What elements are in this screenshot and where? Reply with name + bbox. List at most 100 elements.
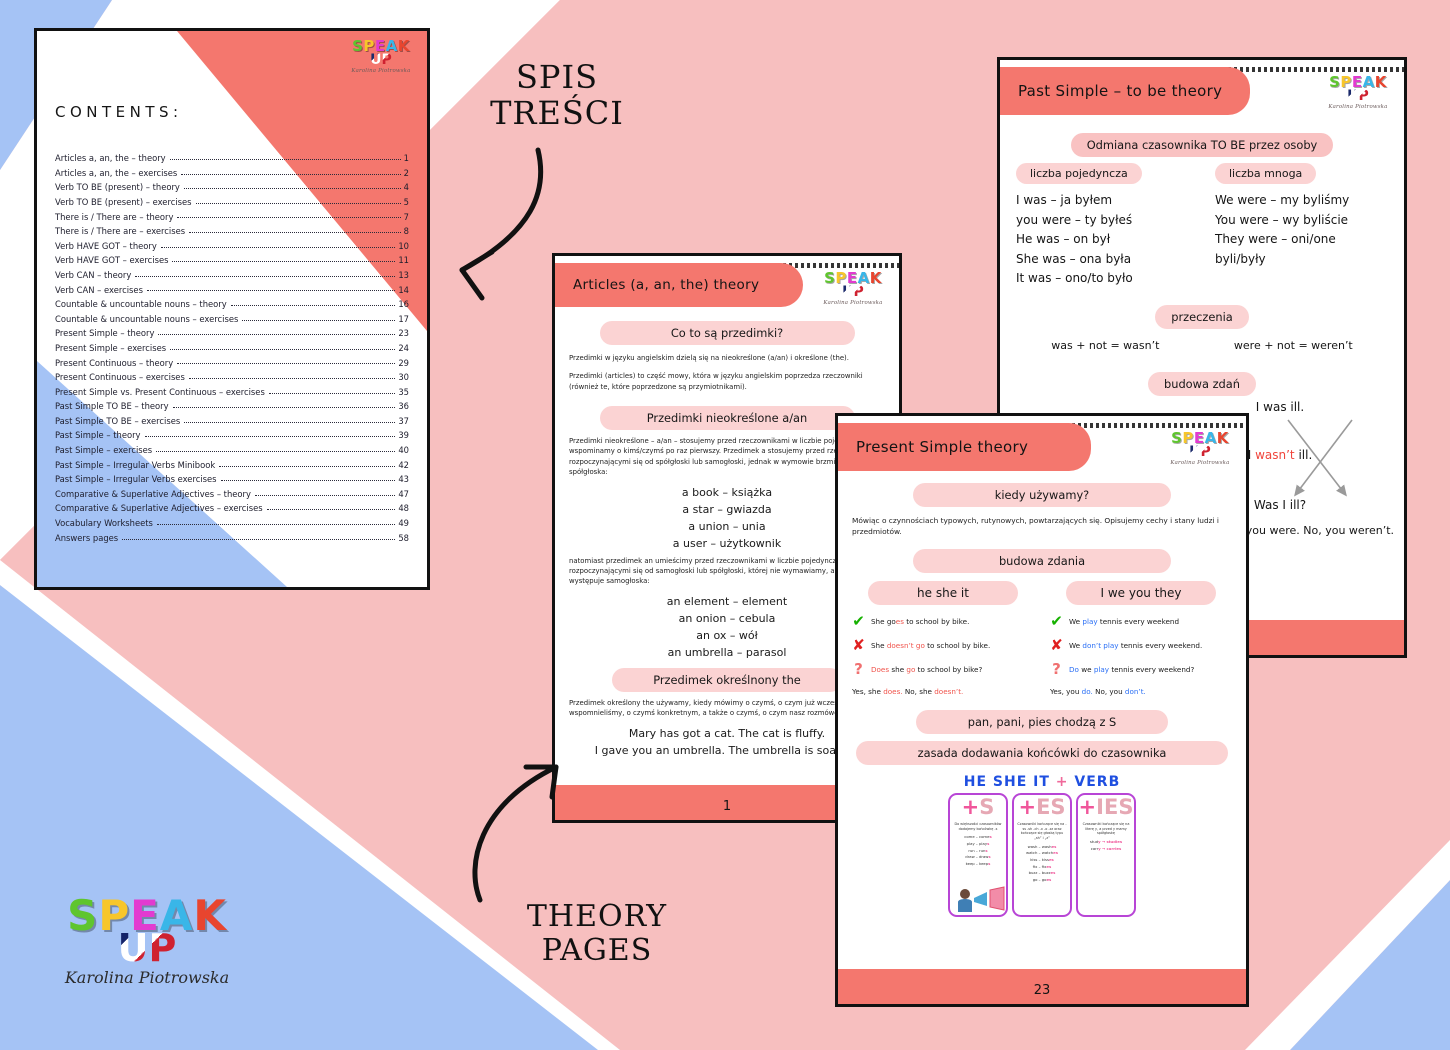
suffix-example: draw – draws [965, 854, 991, 860]
verb-form-line: It was – ono/to było [1016, 271, 1133, 286]
toc-entry-page: 47 [398, 488, 409, 499]
suffix-box-title: +ES [1018, 795, 1066, 820]
speak-up-logo: SPEAK UP Karolina Piotrowska [1321, 75, 1395, 111]
rule-s-pill: pan, pani, pies chodzą z S [916, 710, 1168, 735]
example-sentence-row: ✘ We don’t play tennis every weekend. [1048, 638, 1236, 653]
toc-row[interactable]: Vocabulary Worksheets 49 [55, 513, 409, 528]
toc-entry-label: Comparative & Superlative Adjectives – e… [55, 503, 263, 514]
toc-row[interactable]: Present Continuous – theory 29 [55, 352, 409, 367]
annotation-spis-line1: SPIS [515, 58, 598, 96]
page-footer-banner: 23 [838, 969, 1246, 1004]
he-she-it-examples: ✔ She goes to school by bike. ✘ She doesn’t… [848, 614, 1038, 677]
toc-leader-dots [242, 319, 396, 321]
toc-row[interactable]: Verb CAN – theory 13 [55, 265, 409, 280]
toc-entry-label: Past Simple TO BE – exercises [55, 415, 181, 426]
what-are-articles-pill: Co to są przedimki? [599, 321, 855, 345]
example-sentence-text: She goes to school by bike. [871, 617, 970, 627]
toc-entry-page: 16 [398, 299, 409, 310]
brand-speak-up-logo: SPEAK UP Karolina Piotrowska [42, 895, 252, 987]
logo-author-name: Karolina Piotrowska [351, 68, 411, 74]
toc-row[interactable]: Verb HAVE GOT – exercises 11 [55, 250, 409, 265]
toc-row[interactable]: Past Simple TO BE – theory 36 [55, 396, 409, 411]
suffix-example: wash – washes [1027, 843, 1057, 849]
suffix-box-examples: wash – washes watch – watches kiss – kisse… [1014, 844, 1070, 884]
toc-entry-label: There is / There are – exercises [55, 226, 186, 237]
page-number: 23 [1033, 982, 1051, 998]
affirmative-sentence: I was ill. [1255, 399, 1305, 414]
toc-entry-page: 1 [403, 153, 409, 164]
suffix-example: keep – keeps [965, 860, 991, 866]
toc-leader-dots [156, 450, 396, 452]
toc-row[interactable]: Countable & uncountable nouns – exercise… [55, 309, 409, 324]
table-of-contents-list: Articles a, an, the – theory 1 Articles a,… [55, 148, 409, 542]
toc-leader-dots [183, 188, 401, 190]
toc-entry-label: Present Continuous – exercises [55, 372, 185, 383]
toc-row[interactable]: Articles a, an, the – theory 1 [55, 148, 409, 163]
suffix-example: play – plays [966, 841, 990, 847]
toc-row[interactable]: Past Simple – exercises 40 [55, 440, 409, 455]
toc-row[interactable]: Past Simple – theory 39 [55, 425, 409, 440]
toc-entry-label: Countable & uncountable nouns – exercise… [55, 313, 239, 324]
toc-leader-dots [169, 159, 401, 161]
toc-leader-dots [220, 480, 396, 482]
suffix-example: go – goes [1032, 876, 1052, 882]
toc-entry-label: Present Continuous – theory [55, 357, 174, 368]
when-to-use-text: Mówiąc o czynnościach typowych, rutynowy… [852, 516, 1219, 537]
toc-row[interactable]: There is / There are – exercises 8 [55, 221, 409, 236]
toc-entry-page: 2 [403, 167, 409, 178]
singular-column: liczba pojedyncza I was – ja byłem you we… [1016, 163, 1189, 289]
articles-intro-paragraph-2: Przedimki (articles) to część mowy, któr… [569, 372, 863, 391]
suffix-box-examples: come – comes play – plays run – runs draw –… [950, 834, 1006, 867]
toc-entry-page: 49 [398, 518, 409, 529]
suffix-example: watch – watches [1026, 850, 1058, 856]
toc-entry-page: 4 [403, 182, 409, 193]
page-title: Past Simple – to be theory [1018, 82, 1223, 100]
example-sentence-text: We play tennis every weekend [1069, 617, 1180, 627]
toc-entry-page: 58 [398, 532, 409, 543]
toc-row[interactable]: Present Continuous – exercises 30 [55, 367, 409, 382]
toc-row[interactable]: Present Simple – exercises 24 [55, 338, 409, 352]
annotation-theory-line1: THEORY [526, 899, 668, 934]
verb-form-line: you were – ty byłeś [1016, 212, 1133, 227]
toc-row[interactable]: Verb HAVE GOT – theory 10 [55, 236, 409, 251]
logo-author-name: Karolina Piotrowska [1328, 104, 1388, 110]
suffix-example: study → studies [1089, 839, 1123, 844]
toc-row[interactable]: Countable & uncountable nouns – theory 16 [55, 294, 409, 309]
toc-entry-label: Verb CAN – theory [55, 269, 132, 280]
toc-entry-page: 5 [403, 196, 409, 207]
toc-entry-page: 35 [398, 386, 409, 397]
verb-form-line: He was – on był [1016, 232, 1111, 247]
toc-row[interactable]: Past Simple – Irregular Verbs exercises 4… [55, 469, 409, 484]
toc-entry-page: 30 [398, 372, 409, 383]
toc-row[interactable]: Present Simple vs. Present Continuous – … [55, 382, 409, 397]
toc-row[interactable]: Answers pages 58 [55, 527, 409, 542]
contents-page-card[interactable]: SPEAK UP Karolina Piotrowska CONTENTS: A… [34, 28, 430, 590]
toc-entry-label: Verb HAVE GOT – exercises [55, 255, 169, 266]
toc-entry-label: Verb HAVE GOT – theory [55, 240, 157, 251]
toc-entry-page: 11 [398, 255, 409, 266]
toc-entry-label: Articles a, an, the – theory [55, 153, 166, 164]
toc-row[interactable]: Verb CAN – exercises 14 [55, 279, 409, 294]
i-we-you-they-examples: ✔ We play tennis every weekend ✘ We don’t p… [1046, 614, 1236, 677]
check-icon: ✔ [1050, 612, 1063, 631]
negation-was: was + not = wasn’t [1051, 338, 1160, 352]
definite-article-pill: Przedimek określnony the [612, 667, 842, 692]
toc-row[interactable]: Comparative & Superlative Adjectives – e… [55, 498, 409, 513]
toc-row[interactable]: Past Simple – Irregular Verbs Minibook 42 [55, 454, 409, 469]
toc-row[interactable]: Comparative & Superlative Adjectives – t… [55, 484, 409, 499]
toc-row[interactable]: Verb TO BE (present) – theory 4 [55, 177, 409, 192]
negation-were: were + not = weren’t [1233, 338, 1353, 352]
contents-title: CONTENTS: [55, 103, 183, 121]
toc-entry-page: 23 [398, 328, 409, 339]
toc-row[interactable]: There is / There are – theory 7 [55, 206, 409, 221]
toc-row[interactable]: Articles a, an, the – exercises 2 [55, 163, 409, 178]
toc-leader-dots [122, 538, 396, 540]
toc-row[interactable]: Verb TO BE (present) – exercises 5 [55, 192, 409, 207]
toc-row[interactable]: Past Simple TO BE – exercises 37 [55, 411, 409, 426]
toc-leader-dots [135, 275, 396, 277]
present-simple-theory-page-card[interactable]: SPEAK UP Karolina Piotrowska Present Sim… [835, 413, 1249, 1007]
page-header-banner: Present Simple theory [838, 423, 1091, 471]
example-sentence-text: Does she go to school by bike? [871, 665, 983, 675]
toc-row[interactable]: Present Simple – theory 23 [55, 323, 409, 338]
suffix-box-description: Czasowniki kończące się na -ss -sh -ch -… [1017, 822, 1067, 840]
